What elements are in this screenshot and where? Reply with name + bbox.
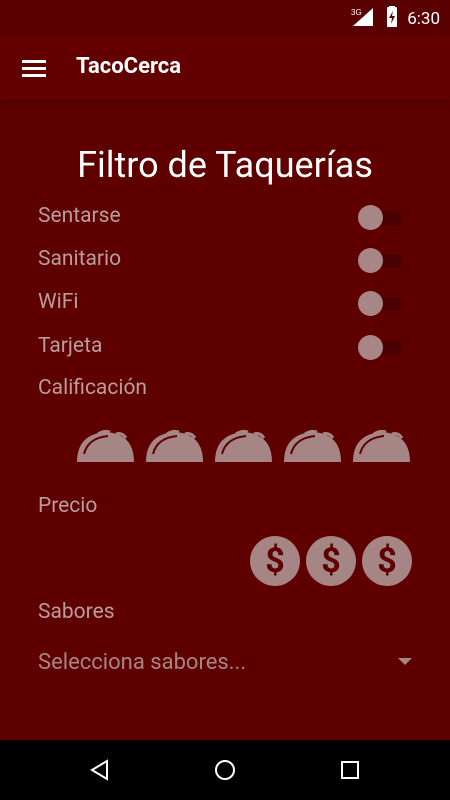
toggle-label-sanitario: Sanitario: [38, 247, 122, 271]
toggle-wifi[interactable]: [358, 290, 404, 316]
rating-label: Calificación: [38, 376, 148, 400]
toggle-label-sentarse: Sentarse: [38, 204, 121, 228]
price-option-3[interactable]: $: [362, 536, 412, 586]
hamburger-menu-icon[interactable]: [16, 50, 52, 86]
taco-icon[interactable]: [74, 426, 137, 464]
rating-tacos: [74, 426, 413, 464]
app-bar: TacoCerca: [0, 34, 450, 100]
dropdown-arrow-icon[interactable]: [398, 658, 412, 665]
status-time: 6:30: [407, 9, 440, 29]
back-icon[interactable]: [84, 754, 116, 786]
switch-thumb: [358, 205, 383, 230]
toggle-label-wifi: WiFi: [38, 290, 79, 314]
app-title: TacoCerca: [76, 54, 182, 79]
switch-thumb: [358, 291, 383, 316]
toggle-tarjeta[interactable]: [358, 334, 404, 360]
price-label: Precio: [38, 494, 98, 518]
flavors-label: Sabores: [38, 600, 115, 624]
toggle-sanitario[interactable]: [358, 247, 404, 273]
toggle-label-tarjeta: Tarjeta: [38, 334, 103, 358]
filter-panel: Filtro de Taquerías Sentarse Sanitario W…: [0, 100, 450, 740]
taco-icon[interactable]: [143, 426, 206, 464]
price-option-1[interactable]: $: [250, 536, 300, 586]
toggle-sentarse[interactable]: [358, 204, 404, 230]
page-title: Filtro de Taquerías: [77, 144, 373, 186]
taco-icon[interactable]: [350, 426, 413, 464]
system-nav-bar: [0, 740, 450, 800]
taco-icon[interactable]: [281, 426, 344, 464]
status-bar: 3G 6:30: [0, 0, 450, 34]
switch-thumb: [358, 248, 383, 273]
flavors-dropdown[interactable]: Selecciona sabores...: [38, 650, 246, 675]
price-option-2[interactable]: $: [306, 536, 356, 586]
status-icons: 3G 6:30: [351, 6, 440, 32]
signal-icon: 3G: [351, 6, 377, 32]
home-icon[interactable]: [209, 754, 241, 786]
taco-icon[interactable]: [212, 426, 275, 464]
network-type: 3G: [351, 8, 362, 17]
recents-icon[interactable]: [334, 754, 366, 786]
switch-thumb: [358, 335, 383, 360]
battery-charging-icon: [385, 6, 399, 32]
price-selector: $ $ $: [250, 536, 412, 586]
